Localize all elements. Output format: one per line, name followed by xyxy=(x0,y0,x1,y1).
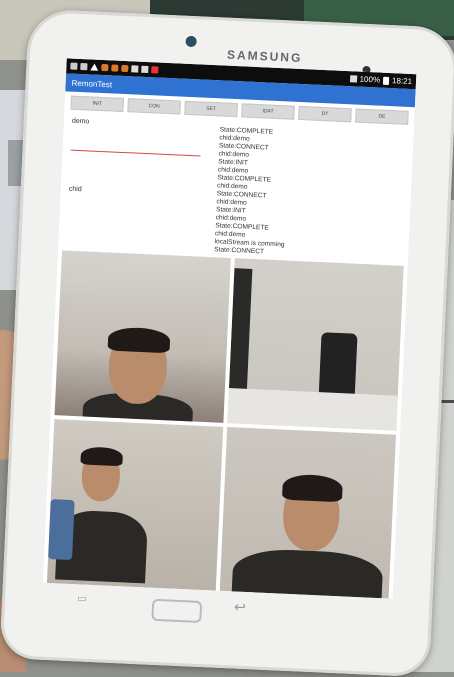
tablet-device: SAMSUNG 100% 18:21 RemonTest INIT CON SE… xyxy=(0,8,454,677)
menu-key-icon[interactable]: ▭ xyxy=(77,593,87,604)
clock: 18:21 xyxy=(391,76,413,87)
video-tile-3[interactable] xyxy=(46,418,224,591)
video-tile-2[interactable] xyxy=(227,258,404,431)
app-notification-icon xyxy=(111,64,119,72)
system-status: 100% 18:21 xyxy=(349,74,412,86)
video-tile-1[interactable] xyxy=(54,250,231,423)
event-log: State:COMPLETE chid:demo State:CONNECT c… xyxy=(214,126,370,261)
app-notification-icon xyxy=(101,63,109,72)
battery-icon xyxy=(382,76,390,85)
control-panel: demo chid State:COMPLETE chid:demo State… xyxy=(59,109,415,256)
app-screen: 100% 18:21 RemonTest INIT CON SET IDAT D… xyxy=(42,58,417,599)
wrench-icon xyxy=(80,62,88,71)
warning-icon xyxy=(90,63,99,71)
battery-percent: 100% xyxy=(359,74,381,85)
device-brand: SAMSUNG xyxy=(226,47,303,66)
usb-icon xyxy=(70,62,78,70)
home-button[interactable] xyxy=(151,598,203,624)
wifi-icon xyxy=(349,75,357,83)
video-grid xyxy=(42,250,408,599)
notification-icons xyxy=(70,62,159,74)
app-title: RemonTest xyxy=(71,78,113,89)
gallery-icon xyxy=(141,65,149,74)
demo-field-underline xyxy=(70,149,201,157)
demo-field[interactable]: demo xyxy=(72,118,90,126)
youtube-icon xyxy=(151,66,159,74)
app-notification-icon xyxy=(121,64,129,73)
chid-field[interactable]: chid xyxy=(69,186,82,194)
grid-icon xyxy=(131,65,139,73)
video-tile-4[interactable] xyxy=(219,426,397,599)
front-camera xyxy=(185,35,197,48)
back-key-icon[interactable]: ↩ xyxy=(234,599,246,617)
